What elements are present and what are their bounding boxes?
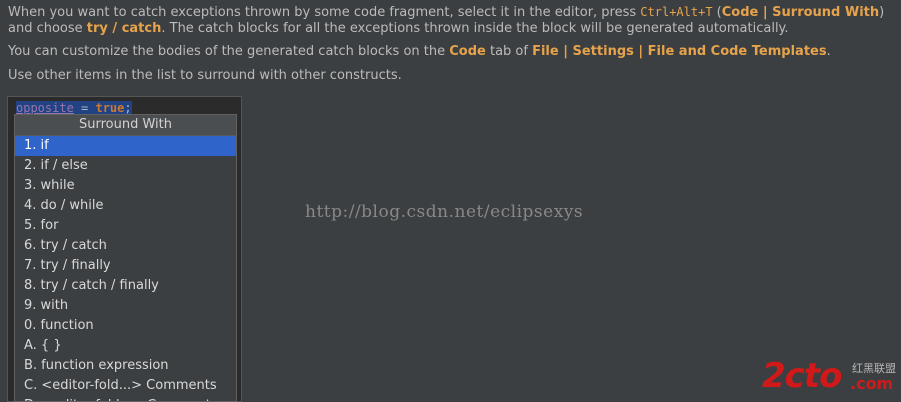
- popup-item[interactable]: 4. do / while: [15, 196, 236, 216]
- customize-text: tab of: [485, 44, 533, 59]
- code-keyword: true: [95, 101, 125, 115]
- popup-item[interactable]: D. <editor-fold...> Comments: [15, 396, 236, 401]
- popup-item[interactable]: C. <editor-fold...> Comments: [15, 376, 236, 396]
- popup-list[interactable]: 1. if 2. if / else 3. while 4. do / while 5.…: [15, 136, 236, 401]
- logo-com-text: .com: [850, 374, 894, 393]
- popup-item[interactable]: 5. for: [15, 216, 236, 236]
- surround-with-popup[interactable]: Surround With 1. if 2. if / else 3. while 4…: [14, 114, 237, 402]
- code-line[interactable]: opposite = true;: [16, 101, 132, 115]
- popup-item[interactable]: 7. try / finally: [15, 256, 236, 276]
- logo-brand: 2cto: [762, 356, 842, 396]
- menu-path: Code | Surround With: [721, 5, 880, 20]
- popup-item[interactable]: B. function expression: [15, 356, 236, 376]
- popup-item[interactable]: 2. if / else: [15, 156, 236, 176]
- popup-title: Surround With: [15, 115, 236, 136]
- code-variable: opposite: [16, 101, 74, 115]
- customize-text: .: [826, 44, 831, 59]
- popup-item[interactable]: 3. while: [15, 176, 236, 196]
- customize-text: You can customize the bodies of the gene…: [8, 44, 450, 59]
- code-tab-ref: Code: [449, 44, 486, 59]
- popup-item[interactable]: A. { }: [15, 336, 236, 356]
- intro-text: . The catch blocks for all the exception…: [161, 21, 789, 36]
- other-items-paragraph: Use other items in the list to surround …: [8, 68, 402, 83]
- shortcut-key: Ctrl+Alt+T: [640, 5, 713, 19]
- intro-text: When you want to catch exceptions thrown…: [8, 5, 641, 20]
- settings-path: File | Settings | File and Code Template…: [532, 44, 827, 59]
- code-terminator: ;: [124, 101, 132, 115]
- customize-paragraph: You can customize the bodies of the gene…: [8, 44, 898, 60]
- code-operator: =: [73, 101, 96, 115]
- choice-text: try / catch: [86, 21, 162, 36]
- site-logo: 2cto 红黑联盟 .com: [762, 356, 901, 402]
- popup-item[interactable]: 6. try / catch: [15, 236, 236, 256]
- intro-paragraph: When you want to catch exceptions thrown…: [8, 4, 893, 37]
- popup-item[interactable]: 0. function: [15, 316, 236, 336]
- popup-item[interactable]: 1. if: [15, 136, 236, 156]
- watermark-url: http://blog.csdn.net/eclipsexys: [305, 202, 584, 222]
- popup-item[interactable]: 8. try / catch / finally: [15, 276, 236, 296]
- intro-text: (: [712, 5, 722, 20]
- popup-item[interactable]: 9. with: [15, 296, 236, 316]
